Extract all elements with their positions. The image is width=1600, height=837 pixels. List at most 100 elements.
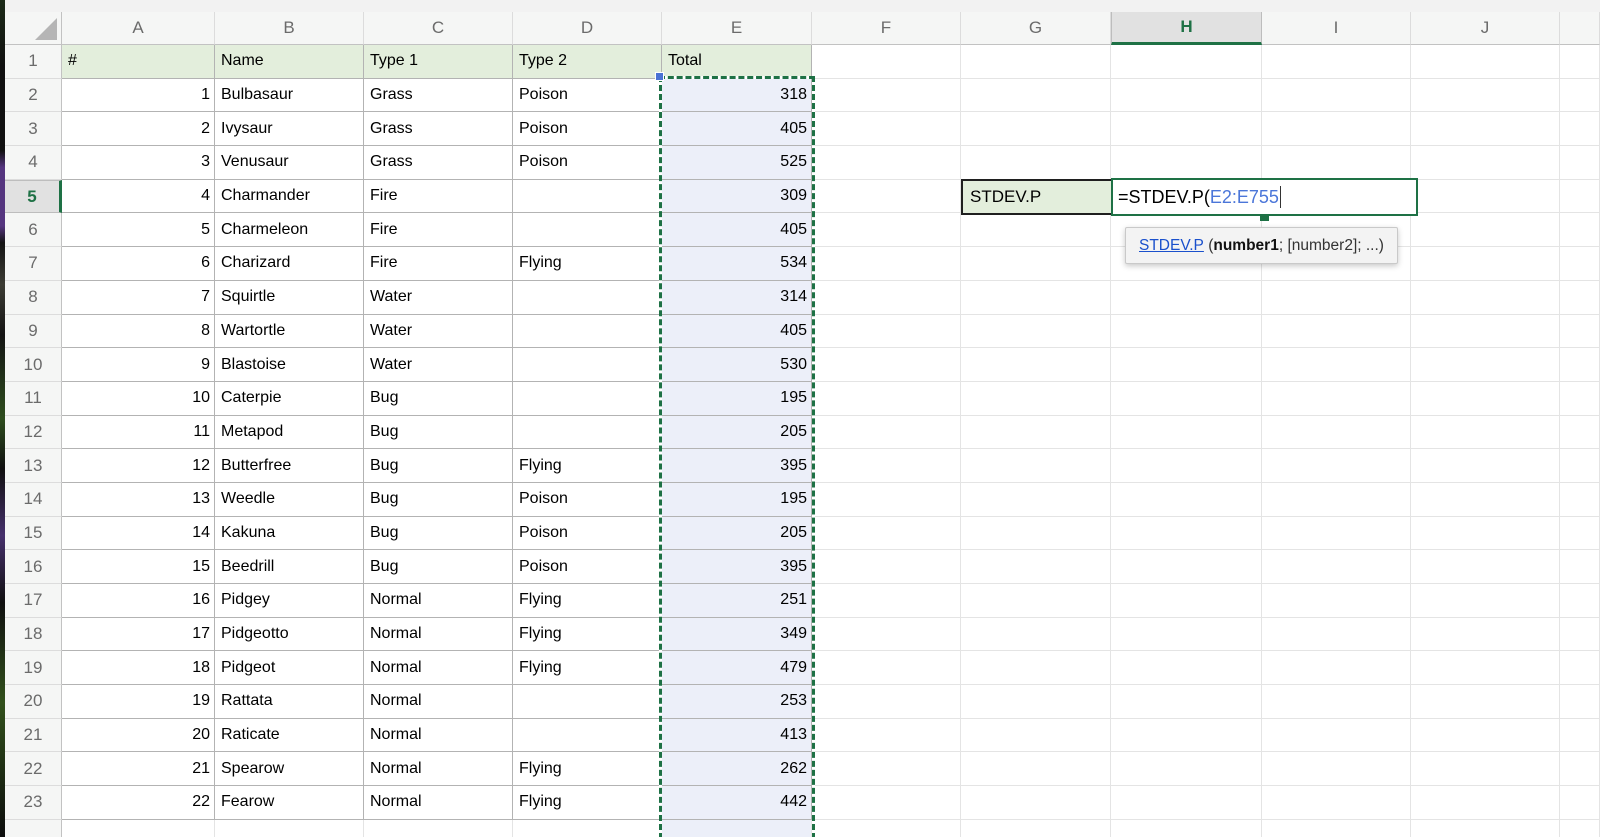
cell-D21[interactable] (513, 719, 662, 753)
cell-F4[interactable] (812, 146, 961, 180)
cell-K22[interactable] (1560, 752, 1600, 786)
cell-A6[interactable]: 5 (62, 213, 215, 247)
cell-E1[interactable]: Total (662, 45, 812, 79)
cell-C18[interactable]: Normal (364, 618, 513, 652)
cell-H11[interactable] (1111, 382, 1262, 416)
cell-A4[interactable]: 3 (62, 146, 215, 180)
cell-B4[interactable]: Venusaur (215, 146, 364, 180)
cell-C2[interactable]: Grass (364, 79, 513, 113)
cell-G13[interactable] (961, 449, 1111, 483)
cell-E3[interactable]: 405 (662, 112, 812, 146)
cell-E6[interactable]: 405 (662, 213, 812, 247)
row-header-24[interactable] (5, 820, 62, 837)
cell-C12[interactable]: Bug (364, 416, 513, 450)
cell-I8[interactable] (1262, 281, 1411, 315)
cell-H9[interactable] (1111, 315, 1262, 349)
cell-F19[interactable] (812, 651, 961, 685)
column-header-E[interactable]: E (662, 12, 812, 45)
cell-K8[interactable] (1560, 281, 1600, 315)
cell-K23[interactable] (1560, 786, 1600, 820)
cell-I21[interactable] (1262, 719, 1411, 753)
cell-G12[interactable] (961, 416, 1111, 450)
cell-J24[interactable] (1411, 820, 1560, 837)
cell-F15[interactable] (812, 517, 961, 551)
cell-D7[interactable]: Flying (513, 247, 662, 281)
cell-E16[interactable]: 395 (662, 550, 812, 584)
cell-D8[interactable] (513, 281, 662, 315)
cell-D11[interactable] (513, 382, 662, 416)
cell-G14[interactable] (961, 483, 1111, 517)
cell-B7[interactable]: Charizard (215, 247, 364, 281)
column-header-C[interactable]: C (364, 12, 513, 45)
row-header-2[interactable]: 2 (5, 79, 62, 113)
cell-F17[interactable] (812, 584, 961, 618)
cell-J8[interactable] (1411, 281, 1560, 315)
cell-I14[interactable] (1262, 483, 1411, 517)
cell-B11[interactable]: Caterpie (215, 382, 364, 416)
cell-I13[interactable] (1262, 449, 1411, 483)
cell-D17[interactable]: Flying (513, 584, 662, 618)
cell-J13[interactable] (1411, 449, 1560, 483)
cell-H20[interactable] (1111, 685, 1262, 719)
cell-A24[interactable] (62, 820, 215, 837)
cell-C8[interactable]: Water (364, 281, 513, 315)
row-header-8[interactable]: 8 (5, 281, 62, 315)
cell-I4[interactable] (1262, 146, 1411, 180)
cell-K12[interactable] (1560, 416, 1600, 450)
row-header-7[interactable]: 7 (5, 247, 62, 281)
cell-E5[interactable]: 309 (662, 180, 812, 214)
cell-B16[interactable]: Beedrill (215, 550, 364, 584)
cell-E8[interactable]: 314 (662, 281, 812, 315)
cell-K1[interactable] (1560, 45, 1600, 79)
cell-J5[interactable] (1411, 180, 1560, 214)
cell-I24[interactable] (1262, 820, 1411, 837)
cell-F14[interactable] (812, 483, 961, 517)
cell-E19[interactable]: 479 (662, 651, 812, 685)
cell-F10[interactable] (812, 348, 961, 382)
cell-A19[interactable]: 18 (62, 651, 215, 685)
cell-G5[interactable]: STDEV.P (961, 179, 1113, 215)
cell-G23[interactable] (961, 786, 1111, 820)
cell-H18[interactable] (1111, 618, 1262, 652)
cell-E4[interactable]: 525 (662, 146, 812, 180)
cell-E14[interactable]: 195 (662, 483, 812, 517)
cell-H1[interactable] (1111, 45, 1262, 79)
cell-C23[interactable]: Normal (364, 786, 513, 820)
row-header-12[interactable]: 12 (5, 416, 62, 450)
cell-B24[interactable] (215, 820, 364, 837)
cell-B9[interactable]: Wartortle (215, 315, 364, 349)
cell-E18[interactable]: 349 (662, 618, 812, 652)
cell-B12[interactable]: Metapod (215, 416, 364, 450)
cell-G3[interactable] (961, 112, 1111, 146)
cell-H16[interactable] (1111, 550, 1262, 584)
cell-F16[interactable] (812, 550, 961, 584)
cell-F5[interactable] (812, 180, 961, 214)
row-header-14[interactable]: 14 (5, 483, 62, 517)
row-header-3[interactable]: 3 (5, 112, 62, 146)
cell-I1[interactable] (1262, 45, 1411, 79)
function-name-link[interactable]: STDEV.P (1139, 237, 1204, 255)
cell-G16[interactable] (961, 550, 1111, 584)
cell-I3[interactable] (1262, 112, 1411, 146)
row-header-6[interactable]: 6 (5, 213, 62, 247)
cell-H14[interactable] (1111, 483, 1262, 517)
cell-G7[interactable] (961, 247, 1111, 281)
cell-B5[interactable]: Charmander (215, 180, 364, 214)
cell-B10[interactable]: Blastoise (215, 348, 364, 382)
cell-I19[interactable] (1262, 651, 1411, 685)
cell-C22[interactable]: Normal (364, 752, 513, 786)
cell-B6[interactable]: Charmeleon (215, 213, 364, 247)
row-header-19[interactable]: 19 (5, 651, 62, 685)
cell-J23[interactable] (1411, 786, 1560, 820)
cell-J18[interactable] (1411, 618, 1560, 652)
cell-G17[interactable] (961, 584, 1111, 618)
cell-K3[interactable] (1560, 112, 1600, 146)
cell-G6[interactable] (961, 213, 1111, 247)
column-header-D[interactable]: D (513, 12, 662, 45)
cell-C10[interactable]: Water (364, 348, 513, 382)
cell-D4[interactable]: Poison (513, 146, 662, 180)
cell-B8[interactable]: Squirtle (215, 281, 364, 315)
row-header-15[interactable]: 15 (5, 517, 62, 551)
cell-D15[interactable]: Poison (513, 517, 662, 551)
cell-B15[interactable]: Kakuna (215, 517, 364, 551)
